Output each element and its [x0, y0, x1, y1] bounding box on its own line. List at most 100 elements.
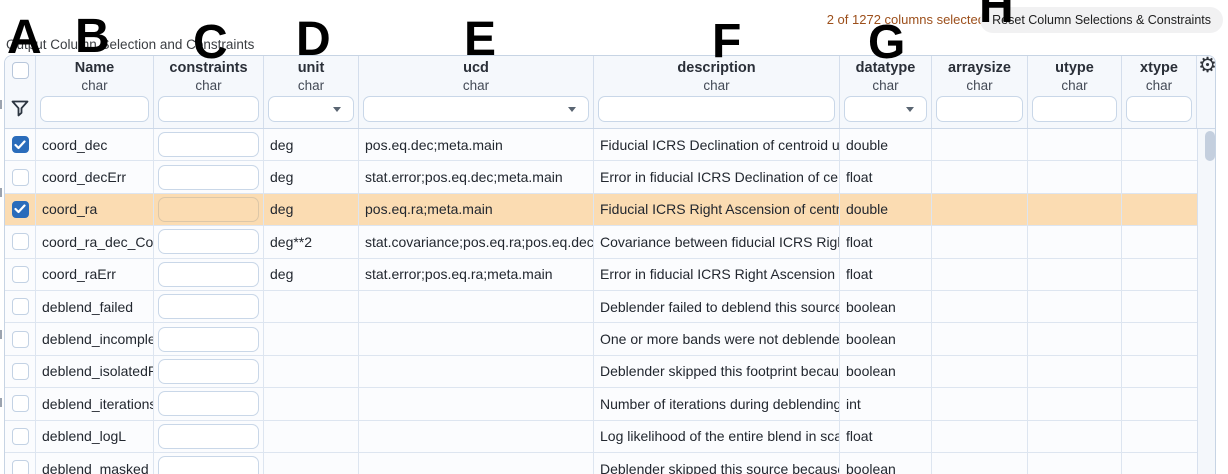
- column-header-unit[interactable]: unit char: [264, 56, 359, 128]
- description-cell: Fiducial ICRS Declination of centroid us…: [594, 129, 840, 160]
- datatype-cell: boolean: [840, 453, 932, 474]
- row-checkbox-cell: [5, 194, 36, 225]
- xtype-cell: [1122, 259, 1197, 290]
- unit-cell: [264, 291, 359, 322]
- column-type: char: [264, 77, 358, 94]
- row-checkbox[interactable]: [12, 298, 29, 315]
- column-header-ucd[interactable]: ucd char: [359, 56, 594, 128]
- utype-cell: [1028, 453, 1122, 474]
- row-checkbox[interactable]: [12, 428, 29, 445]
- constraint-input[interactable]: [158, 456, 259, 474]
- annotation-letter-h: H: [979, 0, 1014, 31]
- unit-filter-select[interactable]: [268, 96, 354, 122]
- column-label: utype: [1028, 56, 1121, 77]
- utype-cell: [1028, 388, 1122, 419]
- constraint-input[interactable]: [158, 327, 259, 352]
- scrollbar-thumb[interactable]: [1205, 131, 1215, 161]
- ucd-filter-select[interactable]: [363, 96, 589, 122]
- name-cell: coord_ra: [36, 194, 154, 225]
- ucd-cell: pos.eq.dec;meta.main: [359, 129, 594, 160]
- utype-filter-input[interactable]: [1032, 96, 1117, 122]
- header-options-cell: ⚙: [1197, 56, 1216, 128]
- arraysize-filter-input[interactable]: [936, 96, 1023, 122]
- row-checkbox-cell: [5, 388, 36, 419]
- xtype-cell: [1122, 291, 1197, 322]
- column-header-utype[interactable]: utype char: [1028, 56, 1122, 128]
- utype-cell: [1028, 129, 1122, 160]
- utype-cell: [1028, 323, 1122, 354]
- xtype-cell: [1122, 388, 1197, 419]
- chevron-down-icon: [333, 107, 341, 112]
- gear-icon[interactable]: ⚙: [1198, 55, 1216, 77]
- row-checkbox[interactable]: [12, 169, 29, 186]
- select-all-checkbox[interactable]: [12, 62, 29, 79]
- table-row[interactable]: coord_dec deg pos.eq.dec;meta.main Fiduc…: [5, 129, 1197, 161]
- arraysize-cell: [932, 356, 1028, 387]
- datatype-filter-select[interactable]: [844, 96, 927, 122]
- description-cell: Covariance between fiducial ICRS Right A…: [594, 226, 840, 257]
- constraint-input[interactable]: [158, 165, 259, 190]
- table-row[interactable]: deblend_logL Log likelihood of the entir…: [5, 421, 1197, 453]
- table-row[interactable]: coord_decErr deg stat.error;pos.eq.dec;m…: [5, 161, 1197, 193]
- name-cell: coord_dec: [36, 129, 154, 160]
- table-row[interactable]: deblend_iterations Number of iterations …: [5, 388, 1197, 420]
- table-row[interactable]: deblend_masked Deblender skipped this so…: [5, 453, 1197, 474]
- unit-cell: [264, 453, 359, 474]
- description-filter-input[interactable]: [598, 96, 835, 122]
- name-cell: coord_raErr: [36, 259, 154, 290]
- constraint-input[interactable]: [158, 294, 259, 319]
- utype-cell: [1028, 226, 1122, 257]
- row-checkbox[interactable]: [12, 363, 29, 380]
- constraint-cell: [154, 388, 264, 419]
- constraint-input[interactable]: [158, 132, 259, 157]
- left-edge-fragment: [0, 330, 2, 339]
- table-row[interactable]: deblend_isolatedParent Deblender skipped…: [5, 356, 1197, 388]
- ucd-cell: stat.error;pos.eq.dec;meta.main: [359, 161, 594, 192]
- column-type: char: [36, 77, 153, 94]
- row-checkbox[interactable]: [12, 460, 29, 474]
- xtype-cell: [1122, 194, 1197, 225]
- arraysize-cell: [932, 388, 1028, 419]
- column-header-name[interactable]: Name char: [36, 56, 154, 128]
- xtype-cell: [1122, 226, 1197, 257]
- check-icon: [14, 140, 26, 150]
- constraint-input[interactable]: [158, 359, 259, 384]
- filter-icon[interactable]: [11, 100, 29, 117]
- description-cell: One or more bands were not deblended: [594, 323, 840, 354]
- reset-column-selections-button[interactable]: Reset Column Selections & Constraints: [980, 7, 1223, 33]
- datatype-cell: boolean: [840, 323, 932, 354]
- table-row[interactable]: deblend_incompleteData One or more bands…: [5, 323, 1197, 355]
- column-header-arraysize[interactable]: arraysize char: [932, 56, 1028, 128]
- column-header-xtype[interactable]: xtype char: [1122, 56, 1197, 128]
- name-filter-input[interactable]: [40, 96, 149, 122]
- constraint-cell: [154, 356, 264, 387]
- table-row[interactable]: coord_ra deg pos.eq.ra;meta.main Fiducia…: [5, 194, 1197, 226]
- row-checkbox-cell: [5, 291, 36, 322]
- unit-cell: [264, 356, 359, 387]
- table-row[interactable]: deblend_failed Deblender failed to deble…: [5, 291, 1197, 323]
- arraysize-cell: [932, 259, 1028, 290]
- constraint-input[interactable]: [158, 262, 259, 287]
- constraints-filter-input[interactable]: [158, 96, 259, 122]
- row-checkbox[interactable]: [12, 331, 29, 348]
- column-type: char: [154, 77, 263, 94]
- row-checkbox[interactable]: [12, 136, 29, 153]
- row-checkbox[interactable]: [12, 266, 29, 283]
- xtype-filter-input[interactable]: [1126, 96, 1192, 122]
- constraint-cell: [154, 453, 264, 474]
- row-checkbox[interactable]: [12, 201, 29, 218]
- header-checkbox-cell: [5, 56, 36, 128]
- vertical-scrollbar[interactable]: [1197, 129, 1216, 474]
- constraint-input[interactable]: [158, 424, 259, 449]
- constraint-input[interactable]: [158, 391, 259, 416]
- row-checkbox[interactable]: [12, 395, 29, 412]
- row-checkbox[interactable]: [12, 233, 29, 250]
- constraint-cell: [154, 291, 264, 322]
- constraint-input[interactable]: [158, 197, 259, 222]
- constraint-input[interactable]: [158, 229, 259, 254]
- table-row[interactable]: coord_ra_dec_Cov deg**2 stat.covariance;…: [5, 226, 1197, 258]
- row-checkbox-cell: [5, 421, 36, 452]
- unit-cell: deg: [264, 129, 359, 160]
- annotation-letter-e: E: [464, 16, 496, 64]
- table-row[interactable]: coord_raErr deg stat.error;pos.eq.ra;met…: [5, 259, 1197, 291]
